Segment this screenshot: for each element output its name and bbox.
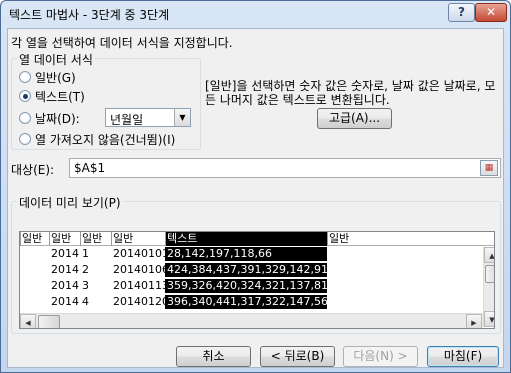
- preview-cell: 3: [82, 279, 89, 292]
- radio-date-circle[interactable]: [19, 112, 31, 124]
- preview-cell-selected: 28,142,197,118,66: [165, 247, 327, 261]
- radio-date[interactable]: 날짜(D):: [19, 110, 80, 126]
- preview-cell: [20, 279, 49, 293]
- preview-cell: 2: [82, 263, 89, 276]
- radio-date-label: 날짜(D):: [35, 111, 80, 126]
- preview-cell: [327, 295, 480, 309]
- preview-header-col3[interactable]: 일반: [80, 232, 111, 246]
- radio-text[interactable]: 텍스트(T): [19, 88, 85, 104]
- advanced-button[interactable]: 고급(A)...: [317, 108, 392, 129]
- preview-horizontal-scrollbar[interactable]: ◀ ▶: [20, 313, 483, 328]
- preview-row: 2014 2 20140106 424,384,437,391,329,142,…: [20, 263, 480, 277]
- preview-cell: 2014: [51, 295, 79, 308]
- preview-cell: 2014: [51, 263, 79, 276]
- data-preview-grid[interactable]: 일반 일반 일반 일반 텍스트 일반 2014 1 20140101 28,14…: [19, 231, 495, 329]
- preview-cell: 2014: [51, 247, 79, 260]
- range-picker-icon[interactable]: ▦: [480, 160, 498, 176]
- target-label: 대상(E):: [11, 163, 55, 177]
- preview-cell-selected: 359,326,420,324,321,137,81: [165, 279, 327, 293]
- column-format-group: 열 데이터 서식 일반(G) 텍스트(T) 날짜(D): 열 가져오지 않음(건…: [11, 51, 201, 150]
- preview-cell: 1: [82, 247, 89, 260]
- preview-cell: 20140106: [113, 263, 165, 276]
- scroll-left-icon[interactable]: ◀: [20, 314, 36, 328]
- preview-row: 2014 4 20140120 396,340,441,317,322,147,…: [20, 295, 480, 309]
- preview-vertical-scrollbar[interactable]: ▲ ▼: [483, 247, 494, 327]
- preview-cell: [20, 295, 49, 309]
- scroll-down-icon[interactable]: ▼: [484, 311, 494, 327]
- chevron-down-icon[interactable]: ▼: [174, 109, 190, 126]
- preview-cell: 20140101: [113, 247, 165, 260]
- date-format-select[interactable]: 년월일 ▼: [105, 108, 191, 127]
- scroll-right-icon[interactable]: ▶: [466, 314, 482, 328]
- preview-cell: 20140113: [113, 279, 165, 292]
- preview-header-col6[interactable]: 일반: [327, 232, 494, 246]
- title-bar[interactable]: 텍스트 마법사 - 3단계 중 3단계 ? ✕: [1, 1, 510, 27]
- preview-cell: 2014: [51, 279, 79, 292]
- preview-cell: [20, 263, 49, 277]
- back-button[interactable]: < 뒤로(B): [260, 346, 335, 367]
- radio-general-label: 일반(G): [35, 70, 76, 85]
- preview-cell: [327, 263, 480, 277]
- preview-row: 2014 3 20140113 359,326,420,324,321,137,…: [20, 279, 480, 293]
- instruction-text: 각 열을 선택하여 데이터 서식을 지정합니다.: [11, 36, 233, 50]
- target-input[interactable]: $A$1 ▦: [69, 158, 501, 178]
- text-import-wizard-window: 텍스트 마법사 - 3단계 중 3단계 ? ✕ 각 열을 선택하여 데이터 서식…: [0, 0, 511, 373]
- preview-cell-selected: 396,340,441,317,322,147,56: [165, 295, 327, 309]
- radio-text-label: 텍스트(T): [35, 89, 85, 104]
- radio-skip-column-label: 열 가져오지 않음(건너뜀)(I): [35, 132, 176, 147]
- scroll-up-icon[interactable]: ▲: [484, 247, 494, 263]
- radio-general-circle[interactable]: [19, 71, 31, 83]
- preview-header-col2[interactable]: 일반: [49, 232, 80, 246]
- cancel-button[interactable]: 취소: [176, 346, 251, 367]
- preview-cell: [327, 247, 480, 261]
- help-button[interactable]: ?: [448, 3, 475, 22]
- radio-skip-column-circle[interactable]: [19, 133, 31, 145]
- radio-skip-column[interactable]: 열 가져오지 않음(건너뜀)(I): [19, 131, 175, 147]
- preview-header-col1[interactable]: 일반: [20, 232, 49, 246]
- preview-cell: 20140120: [113, 295, 165, 308]
- preview-header-col5[interactable]: 텍스트: [165, 232, 327, 246]
- preview-cell-selected: 424,384,437,391,329,142,91: [165, 263, 327, 277]
- date-format-value: 년월일: [110, 113, 144, 127]
- radio-text-circle[interactable]: [19, 90, 31, 102]
- wizard-body: 각 열을 선택하여 데이터 서식을 지정합니다. 열 데이터 서식 일반(G) …: [7, 28, 504, 368]
- preview-header-row: 일반 일반 일반 일반 텍스트 일반: [20, 232, 494, 246]
- target-value: $A$1: [74, 161, 106, 175]
- radio-general[interactable]: 일반(G): [19, 69, 76, 85]
- preview-row: 2014 1 20140101 28,142,197,118,66: [20, 247, 480, 261]
- data-preview-legend: 데이터 미리 보기(P): [17, 194, 123, 211]
- preview-cell: [20, 247, 49, 261]
- horizontal-scroll-thumb[interactable]: [38, 315, 60, 328]
- finish-button[interactable]: 마침(F): [427, 346, 499, 367]
- column-format-legend: 열 데이터 서식: [17, 51, 95, 68]
- format-description: [일반]을 선택하면 숫자 값은 숫자로, 날짜 값은 날짜로, 모든 나머지 …: [205, 79, 496, 107]
- preview-header-col4[interactable]: 일반: [111, 232, 165, 246]
- preview-cell: 4: [82, 295, 89, 308]
- vertical-scroll-thumb[interactable]: [485, 265, 494, 283]
- next-button[interactable]: 다음(N) >: [343, 346, 418, 367]
- close-button[interactable]: ✕: [475, 3, 507, 22]
- preview-cell: [327, 279, 480, 293]
- window-title: 텍스트 마법사 - 3단계 중 3단계: [9, 8, 170, 22]
